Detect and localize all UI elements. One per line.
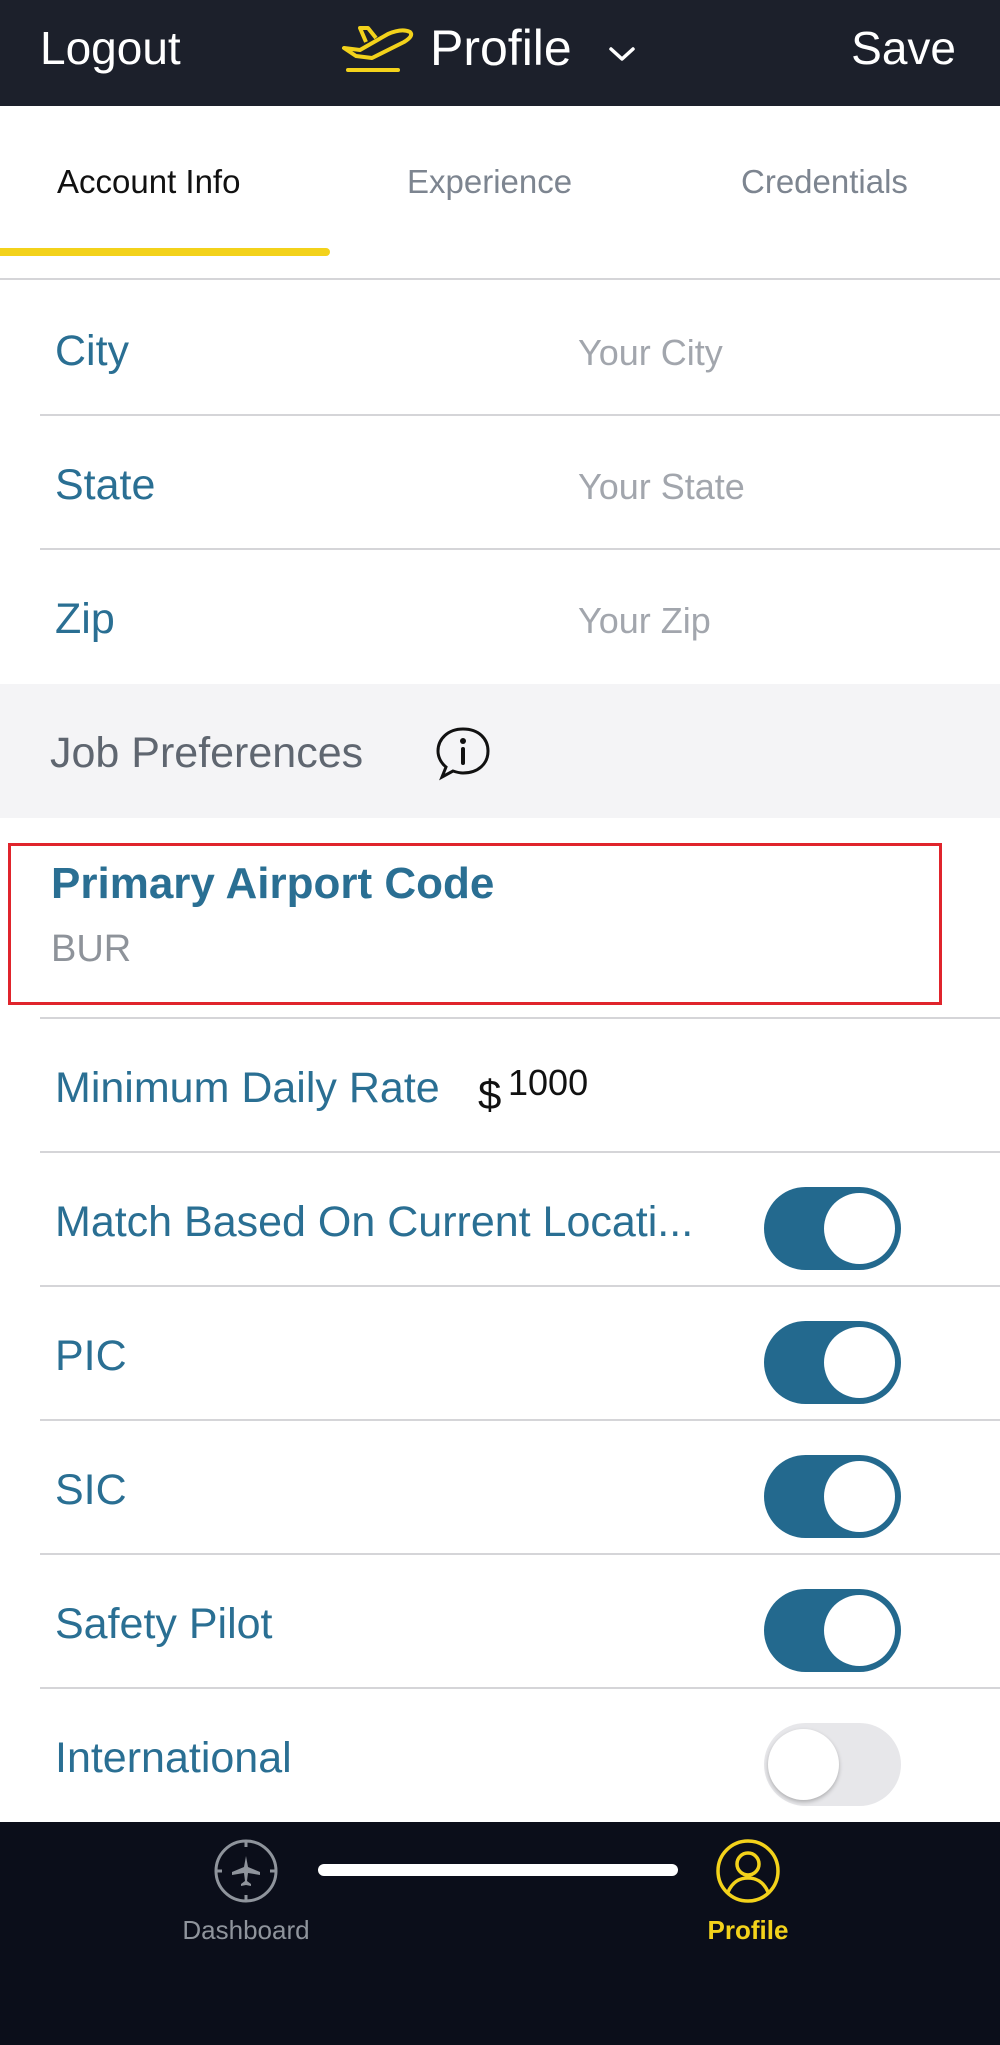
logout-button[interactable]: Logout [40, 20, 181, 76]
compass-plane-icon [214, 1839, 278, 1903]
home-indicator[interactable] [318, 1864, 678, 1876]
city-label: City [55, 327, 130, 375]
user-circle-icon [716, 1839, 780, 1903]
zip-label: Zip [55, 595, 115, 643]
state-input[interactable]: Your State [578, 466, 745, 508]
sic-label: SIC [55, 1466, 127, 1514]
currency-symbol: $ [478, 1071, 502, 1118]
pic-toggle[interactable] [764, 1321, 901, 1404]
chevron-down-icon [608, 47, 635, 61]
profile-tabs: Account Info Experience Credentials [0, 106, 1000, 280]
tab-account-info[interactable]: Account Info [57, 162, 240, 202]
minimum-rate-row: Minimum Daily Rate $ 1000 [0, 1019, 1000, 1153]
safety-pilot-toggle[interactable] [764, 1589, 901, 1672]
profile-title-dropdown[interactable]: Profile [336, 16, 636, 80]
section-title: Job Preferences [50, 729, 364, 777]
pic-label: PIC [55, 1332, 127, 1380]
match-location-row: Match Based On Current Locati... [0, 1153, 1000, 1287]
minimum-rate-input[interactable]: 1000 [508, 1063, 588, 1103]
primary-airport-label: Primary Airport Code [51, 859, 495, 908]
city-row: City Your City [0, 282, 1000, 416]
safety-pilot-label: Safety Pilot [55, 1600, 273, 1648]
international-toggle[interactable] [764, 1723, 901, 1806]
safety-pilot-row: Safety Pilot [0, 1555, 1000, 1689]
toggle-knob [824, 1193, 895, 1264]
toggle-knob [824, 1327, 895, 1398]
divider [0, 278, 1000, 280]
sic-row: SIC [0, 1421, 1000, 1555]
bottom-tab-bar: Dashboard Profile [0, 1822, 1000, 2045]
info-speech-bubble-icon[interactable] [434, 724, 492, 782]
active-tab-indicator [0, 248, 330, 256]
international-label: International [55, 1734, 292, 1782]
toggle-knob [824, 1595, 895, 1666]
minimum-rate-label: Minimum Daily Rate [55, 1064, 440, 1112]
match-location-toggle[interactable] [764, 1187, 901, 1270]
primary-airport-field[interactable]: Primary Airport Code BUR [8, 843, 942, 1005]
job-preferences-header: Job Preferences [0, 684, 1000, 818]
tab-credentials[interactable]: Credentials [741, 162, 908, 202]
match-location-label: Match Based On Current Locati... [55, 1198, 694, 1246]
top-nav-bar: Logout Profile Save [0, 0, 1000, 106]
tab-experience[interactable]: Experience [407, 162, 572, 202]
state-label: State [55, 461, 156, 509]
toggle-knob [824, 1461, 895, 1532]
sic-toggle[interactable] [764, 1455, 901, 1538]
zip-row: Zip Your Zip [0, 550, 1000, 684]
international-row: International [0, 1689, 1000, 1823]
city-input[interactable]: Your City [578, 332, 723, 374]
page-title: Profile [430, 20, 572, 76]
state-row: State Your State [0, 416, 1000, 550]
save-button[interactable]: Save [851, 20, 956, 76]
airplane-takeoff-icon [342, 26, 414, 72]
profile-tab[interactable]: Profile [648, 1836, 848, 1956]
dashboard-tab[interactable]: Dashboard [146, 1836, 346, 1956]
zip-input[interactable]: Your Zip [578, 600, 711, 642]
toggle-knob [768, 1729, 839, 1800]
primary-airport-input[interactable]: BUR [51, 926, 131, 972]
pic-row: PIC [0, 1287, 1000, 1421]
profile-tab-label: Profile [707, 1915, 789, 1945]
dashboard-tab-label: Dashboard [182, 1915, 310, 1945]
